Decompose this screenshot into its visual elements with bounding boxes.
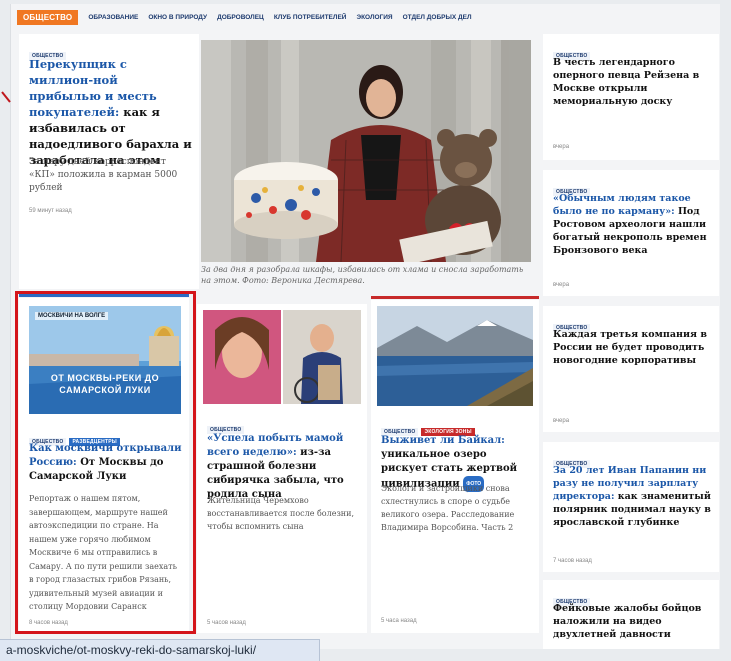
nav-item-good-deeds[interactable]: ОТДЕЛ ДОБРЫХ ДЕЛ <box>403 14 472 21</box>
nav-item-education[interactable]: ОБРАЗОВАНИЕ <box>88 14 138 21</box>
main-photo-caption: За два дня я разобрала шкафы, избавилась… <box>201 265 524 285</box>
nav-item-nature[interactable]: ОКНО В ПРИРОДУ <box>148 14 207 21</box>
main-story-headline[interactable]: Перекупщик с миллион-ной прибылью и мест… <box>29 56 193 168</box>
right-news-headline-4[interactable]: За 20 лет Иван Папанин ни разу не получи… <box>553 464 711 529</box>
right-news-time-4: 7 часов назад <box>553 558 592 564</box>
section-nav: ОБЩЕСТВО ОБРАЗОВАНИЕ ОКНО В ПРИРОДУ ДОБР… <box>17 8 717 26</box>
mother-story-card[interactable]: ОБЩЕСТВО «Успела побыть мамой всего неде… <box>197 304 367 633</box>
volga-story-image[interactable]: МОСКВИЧИ НА ВОЛГЕ ОТ МОСКВЫ-РЕКИ ДО САМА… <box>29 306 181 414</box>
volga-image-banner: ОТ МОСКВЫ-РЕКИ ДО САМАРСКОЙ ЛУКИ <box>50 373 160 395</box>
right-news-headline-1[interactable]: В честь легендарного оперного певца Рейз… <box>553 56 711 108</box>
page: ОБЩЕСТВО ОБРАЗОВАНИЕ ОКНО В ПРИРОДУ ДОБР… <box>10 4 720 649</box>
right-news-card-1[interactable]: ОБЩЕСТВО В честь легендарного оперного п… <box>543 34 719 160</box>
volga-story-headline[interactable]: Как москвичи открывали Россию: От Москвы… <box>29 442 183 484</box>
main-story-lede: За пару дней корреспондент «КП» положила… <box>29 157 178 193</box>
main-story-time: 59 минут назад <box>29 208 72 214</box>
baikal-story-photo[interactable] <box>377 306 533 406</box>
mother-story-lede: Жительница Черемхово восстанавливается п… <box>207 496 355 531</box>
mother-story-photo[interactable] <box>203 310 361 404</box>
right-news-headline-3[interactable]: Каждая третья компания в России не будет… <box>553 328 711 367</box>
mother-story-time: 5 часов назад <box>207 620 246 626</box>
volga-story-time: 8 часов назад <box>29 620 68 626</box>
right-news-time-1: вчера <box>553 144 570 150</box>
card-accent-bar <box>19 294 189 297</box>
volga-story-card[interactable]: МОСКВИЧИ НА ВОЛГЕ ОТ МОСКВЫ-РЕКИ ДО САМА… <box>19 298 189 633</box>
nav-item-consumer-club[interactable]: КЛУБ ПОТРЕБИТЕЛЕЙ <box>274 14 347 21</box>
nav-item-volunteer[interactable]: ДОБРОВОЛЕЦ <box>217 14 264 21</box>
right-news-time-2: вчера <box>553 282 570 288</box>
baikal-story-lede: Экологи и застройщики снова схлестнулись… <box>381 484 515 532</box>
baikal-story-card[interactable]: ОБЩЕСТВО ЭКОЛОГИЯ ЗОНЫ Выживет ли Байкал:… <box>371 300 539 633</box>
section-tag[interactable]: ОБЩЕСТВО <box>17 9 79 25</box>
volga-image-title: МОСКВИЧИ НА ВОЛГЕ <box>35 312 109 320</box>
mother-story-headline[interactable]: «Успела побыть мамой всего неделю»: из-з… <box>207 432 361 502</box>
right-news-card-5[interactable]: ОБЩЕСТВО Фейковые жалобы бойцов наложили… <box>543 580 719 649</box>
main-story-photo[interactable] <box>201 40 531 262</box>
right-news-card-4[interactable]: ОБЩЕСТВО За 20 лет Иван Папанин ни разу … <box>543 442 719 572</box>
right-news-card-3[interactable]: ОБЩЕСТВО Каждая третья компания в России… <box>543 306 719 432</box>
volga-story-lede: Репортаж о нашем пятом, завершающем, мар… <box>29 494 177 611</box>
right-news-card-2[interactable]: ОБЩЕСТВО «Обычным людям такое было не по… <box>543 170 719 296</box>
link-status-bar: a-moskviche/ot-moskvy-reki-do-samarskoj-… <box>0 639 320 661</box>
card-accent-bar <box>371 296 539 299</box>
nav-item-ecology[interactable]: ЭКОЛОГИЯ <box>356 14 392 21</box>
baikal-story-time: 5 часа назад <box>381 618 417 624</box>
right-news-time-3: вчера <box>553 418 570 424</box>
right-news-headline-2[interactable]: «Обычным людям такое было не по карману»… <box>553 192 711 257</box>
right-news-headline-5[interactable]: Фейковые жалобы бойцов наложили на видео… <box>553 602 711 641</box>
main-story-card[interactable]: ОБЩЕСТВО Перекупщик с миллион-ной прибыл… <box>19 34 199 289</box>
arrow-icon <box>1 91 11 103</box>
